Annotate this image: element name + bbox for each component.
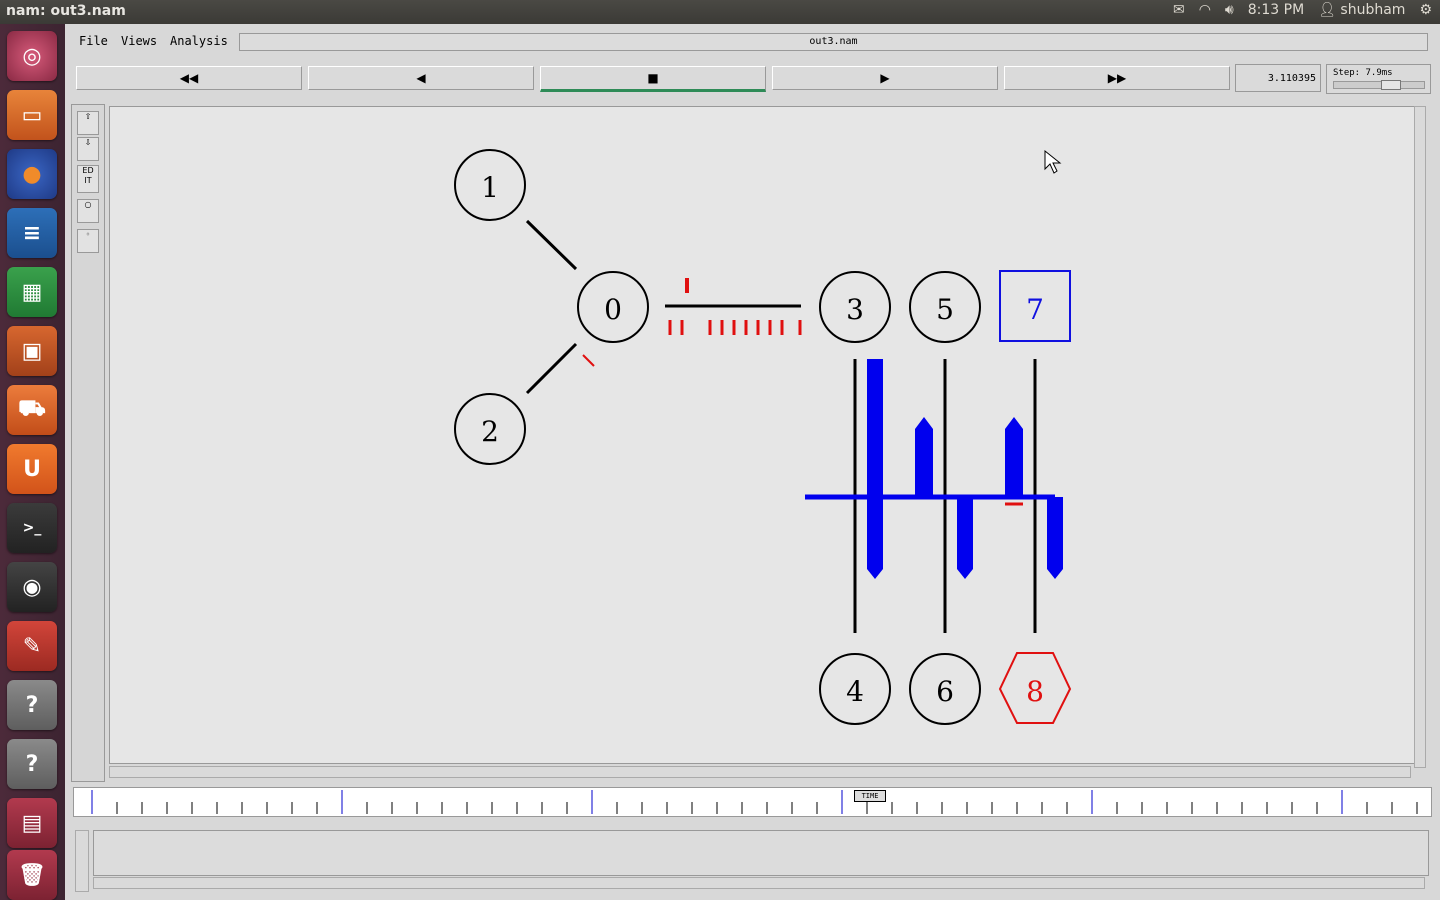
status-vertical-scrollbar[interactable] <box>75 830 89 892</box>
rewind-button[interactable]: ◀◀ <box>76 66 302 90</box>
gear-icon[interactable]: ⚙ <box>1419 2 1432 18</box>
user-icon: 👤︎ <box>1318 2 1336 18</box>
fast-forward-icon: ▶▶ <box>1107 71 1127 85</box>
canvas-horizontal-scrollbar[interactable] <box>109 766 1411 778</box>
circle-tool-icon[interactable]: ○ <box>77 199 99 223</box>
files-icon[interactable]: ▭ <box>7 90 57 140</box>
screenshot-icon[interactable]: ◉ <box>7 562 57 612</box>
node-label: 7 <box>1026 293 1044 326</box>
edit-button[interactable]: ED IT <box>77 165 99 193</box>
node-label: 8 <box>1026 675 1044 708</box>
system-tray: ✉ ◠ 🔊︎ 8:13 PM 👤︎ shubham ⚙ <box>1173 2 1432 18</box>
trash-icon[interactable]: 🗑︎ <box>7 850 57 900</box>
node-5[interactable]: 5 <box>909 271 981 343</box>
software-center-icon[interactable]: ⛟ <box>7 385 57 435</box>
workspaces-icon[interactable]: ▤ <box>7 798 57 848</box>
help-icon-2[interactable]: ? <box>7 739 57 789</box>
writer-icon[interactable]: ≡ <box>7 208 57 258</box>
step-label: Step: 7.9ms <box>1333 68 1393 78</box>
packet-queue <box>668 320 802 335</box>
mail-icon[interactable]: ✉ <box>1173 2 1185 18</box>
window-title: nam: out3.nam <box>6 3 126 19</box>
filename-label: out3.nam <box>239 33 1428 51</box>
node-8[interactable]: 8 <box>998 652 1072 724</box>
step-track[interactable] <box>1333 81 1425 89</box>
node-label: 2 <box>481 415 499 448</box>
node-1[interactable]: 1 <box>454 149 526 221</box>
node-4[interactable]: 4 <box>819 653 891 725</box>
tool-column: ⇧ ⇩ ED IT ○ ◦ <box>71 104 105 782</box>
edit-label: ED IT <box>82 166 94 185</box>
link-1-0 <box>525 219 578 271</box>
node-2[interactable]: 2 <box>454 393 526 465</box>
rewind-icon: ◀◀ <box>179 71 199 85</box>
packet <box>582 354 595 367</box>
node-label: 3 <box>846 293 864 326</box>
volume-icon[interactable]: 🔊︎ <box>1225 2 1234 18</box>
user-menu[interactable]: 👤︎ shubham <box>1318 2 1405 18</box>
zoom-out-icon[interactable]: ⇩ <box>77 137 99 161</box>
menu-views[interactable]: Views <box>121 34 157 48</box>
node-3[interactable]: 3 <box>819 271 891 343</box>
stop-icon: ■ <box>647 71 659 85</box>
top-panel: nam: out3.nam ✉ ◠ 🔊︎ 8:13 PM 👤︎ shubham … <box>0 0 1440 24</box>
launcher: ◎ ▭ ● ≡ ▦ ▣ ⛟ U >_ ◉ ✎ ? ? ▤ 🗑︎ <box>0 24 65 900</box>
time-marker[interactable]: TIME <box>854 790 886 802</box>
step-slider[interactable]: Step: 7.9ms <box>1326 64 1431 94</box>
calc-icon[interactable]: ▦ <box>7 267 57 317</box>
node-label: 4 <box>846 675 864 708</box>
menu-file[interactable]: File <box>79 34 108 48</box>
dash-icon[interactable]: ◎ <box>7 31 57 81</box>
node-7[interactable]: 7 <box>999 270 1071 342</box>
cursor-icon <box>1044 149 1062 174</box>
menu-analysis[interactable]: Analysis <box>170 34 228 48</box>
time-display: 3.110395 <box>1235 64 1321 92</box>
user-name: shubham <box>1340 2 1406 18</box>
terminal-icon[interactable]: >_ <box>7 503 57 553</box>
node-label: 6 <box>936 675 954 708</box>
timeline-ticks <box>91 790 1418 814</box>
play-button[interactable]: ▶ <box>772 66 998 90</box>
status-horizontal-scrollbar[interactable] <box>93 877 1425 889</box>
canvas-vertical-scrollbar[interactable] <box>1414 106 1426 768</box>
timeline-slider[interactable]: TIME <box>73 787 1432 817</box>
node-0[interactable]: 0 <box>577 271 649 343</box>
node-label: 1 <box>481 171 499 204</box>
node-6[interactable]: 6 <box>909 653 981 725</box>
ubuntu-one-icon[interactable]: U <box>7 444 57 494</box>
topology-svg: 1 0 2 3 5 7 4 6 8 <box>454 149 1072 725</box>
help-icon[interactable]: ? <box>7 680 57 730</box>
step-handle[interactable] <box>1381 80 1401 90</box>
impress-icon[interactable]: ▣ <box>7 326 57 376</box>
wifi-icon[interactable]: ◠ <box>1199 2 1211 18</box>
settings-icon[interactable]: ✎ <box>7 621 57 671</box>
network-canvas[interactable]: 1 0 2 3 5 7 4 6 8 <box>109 106 1416 764</box>
step-back-button[interactable]: ◀ <box>308 66 534 90</box>
fast-forward-button[interactable]: ▶▶ <box>1004 66 1230 90</box>
status-area <box>93 830 1429 876</box>
back-icon: ◀ <box>416 71 426 85</box>
link-2-0 <box>525 342 578 395</box>
stop-button[interactable]: ■ <box>540 66 766 92</box>
small-circle-tool-icon[interactable]: ◦ <box>77 229 99 253</box>
nam-window: File Views Analysis out3.nam ◀◀ ◀ ■ ▶ ▶▶… <box>65 24 1440 900</box>
play-icon: ▶ <box>880 71 890 85</box>
clock[interactable]: 8:13 PM <box>1248 2 1304 18</box>
firefox-icon[interactable]: ● <box>7 149 57 199</box>
zoom-in-icon[interactable]: ⇧ <box>77 111 99 135</box>
node-label: 0 <box>604 293 622 326</box>
node-label: 5 <box>936 293 954 326</box>
